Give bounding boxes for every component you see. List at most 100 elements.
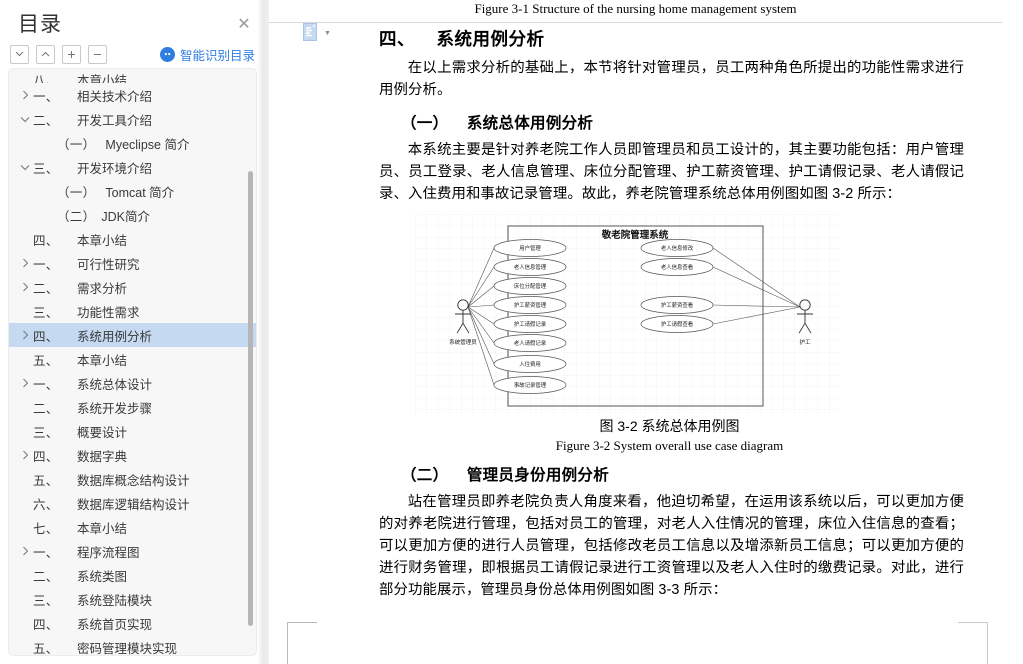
toc-item[interactable]: （一） Tomcat 简介 <box>9 179 256 203</box>
toc-item-number: （一） <box>57 137 96 152</box>
paragraph-admin-usecase: 站在管理员即养老院负责人角度来看，他迫切希望，在运用该系统以后，可以更加方便的对… <box>379 494 964 599</box>
toc-item[interactable]: 一、 可行性研究 <box>9 251 256 275</box>
toc-item[interactable]: 四、 系统首页实现 <box>9 611 256 635</box>
svg-text:系统管理员: 系统管理员 <box>449 338 477 346</box>
toc-item-label: 本章小结 <box>77 521 128 536</box>
chevron-right-icon[interactable] <box>17 90 33 100</box>
expand-all-button[interactable] <box>62 44 81 64</box>
collapse-up-button[interactable] <box>36 44 55 64</box>
toc-item-label: 系统登陆模块 <box>77 593 153 608</box>
use-case-label: 护工薪资管理 <box>514 301 547 309</box>
toc-item-number: 四、 <box>33 617 59 632</box>
use-case-diagram: 敬老院管理系统 用户管理老人信息管理床位分配管理护工薪资管理护工请假记录老人请假… <box>415 214 840 415</box>
toc-item[interactable]: 四、 本章小结 <box>9 227 256 251</box>
heading-subsection-one: （一） 系统总体用例分析 <box>401 114 594 132</box>
toc-item[interactable]: 四、 数据字典 <box>9 443 256 467</box>
chevron-right-icon[interactable] <box>17 258 33 268</box>
toc-item-label: 系统类图 <box>77 569 128 584</box>
toc-item-label: JDK简介 <box>101 209 151 224</box>
chevron-down-icon[interactable] <box>17 164 33 171</box>
toc-item-number: 四、 <box>33 329 59 344</box>
use-case-label: 老人信息查看 <box>661 263 694 271</box>
toc-item-number: （二） <box>57 209 96 224</box>
toc-item-number: 七、 <box>33 521 59 536</box>
toc-item[interactable]: （一） Myeclipse 简介 <box>9 131 256 155</box>
svg-text:敬老院管理系统: 敬老院管理系统 <box>601 229 669 241</box>
use-case-label: 老人信息修改 <box>661 244 694 252</box>
figure-caption-en: Figure 3-2 System overall use case diagr… <box>555 438 784 454</box>
toc-item-number: 二、 <box>33 113 59 128</box>
toc-item[interactable]: 二、 系统类图 <box>9 563 256 587</box>
chevron-right-icon[interactable] <box>17 378 33 388</box>
toc-item[interactable]: 三、 功能性需求 <box>9 299 256 323</box>
page-margin-corner-left <box>287 622 317 664</box>
pane-divider[interactable] <box>257 0 269 664</box>
toc-item[interactable]: 一、 系统总体设计 <box>9 371 256 395</box>
toc-scrollbar-thumb[interactable] <box>248 171 253 626</box>
toc-item-label: 开发工具介绍 <box>77 113 153 128</box>
chevron-right-icon[interactable] <box>17 450 33 460</box>
toc-item-number: 一、 <box>33 89 59 104</box>
chevron-right-icon[interactable] <box>17 282 33 292</box>
previous-figure-caption: Figure 3-1 Structure of the nursing home… <box>474 1 797 16</box>
toc-item-label: 本章小结 <box>77 233 128 248</box>
toc-tree-container: 八、 本章小结 一、 相关技术介绍 二、 开发工具介绍 （一） Myeclipse 简介 三、开… <box>8 68 257 656</box>
toc-item-label: 程序流程图 <box>77 545 140 560</box>
toc-item-number: 四、 <box>33 233 59 248</box>
svg-text:护工: 护工 <box>799 338 811 346</box>
toc-item[interactable]: 五、 数据库概念结构设计 <box>9 467 256 491</box>
toc-item-label: 数据库概念结构设计 <box>77 473 190 488</box>
toc-item[interactable]: 三、 开发环境介绍 <box>9 155 256 179</box>
toc-item-number: 六、 <box>33 497 59 512</box>
toc-item[interactable]: 六、 数据库逻辑结构设计 <box>9 491 256 515</box>
toc-item-number: 二、 <box>33 401 59 416</box>
toc-item-label: 数据字典 <box>77 449 128 464</box>
toc-item[interactable]: 三、 概要设计 <box>9 419 256 443</box>
toc-item[interactable]: 四、 系统用例分析 <box>9 323 256 347</box>
navigation-pane-title: 目录 <box>18 13 62 36</box>
toc-item[interactable]: 五、 密码管理模块实现 <box>9 635 256 656</box>
figure-3-2: 敬老院管理系统 用户管理 老人信息管理 床位分配管理 护工薪资管理 护工请假记录 老人请假… <box>415 214 964 454</box>
toc-item-number: 四、 <box>33 449 59 464</box>
chevron-right-icon[interactable] <box>17 546 33 556</box>
smart-recognize-toc-button[interactable]: 智能识别目录 <box>159 45 255 64</box>
smart-recognize-toc-label: 智能识别目录 <box>179 48 255 63</box>
toc-item-number: 三、 <box>33 593 59 608</box>
toc-item[interactable]: 五、 本章小结 <box>9 347 256 371</box>
toc-tree[interactable]: 八、 本章小结 一、 相关技术介绍 二、 开发工具介绍 （一） Myeclipse 简介 三、开… <box>9 69 256 655</box>
toc-item[interactable]: （二） JDK简介 <box>9 203 256 227</box>
chevron-right-icon[interactable] <box>17 330 33 340</box>
collapse-down-button[interactable] <box>10 44 29 64</box>
toc-item-number: 三、 <box>33 305 59 320</box>
smart-recognize-icon <box>159 46 175 62</box>
toc-item[interactable]: 二、 需求分析 <box>9 275 256 299</box>
toc-item-label: Myeclipse 简介 <box>105 137 190 152</box>
document-page: Figure 3-1 Structure of the nursing home… <box>269 0 1002 664</box>
toc-item-number: 八、 <box>33 74 59 83</box>
toc-item-number: 三、 <box>33 425 59 440</box>
document-area[interactable]: Figure 3-1 Structure of the nursing home… <box>269 0 1023 664</box>
toc-item-number: 一、 <box>33 377 59 392</box>
toc-item[interactable]: 一、 程序流程图 <box>9 539 256 563</box>
use-case-label: 老人请假记录 <box>514 339 547 347</box>
page-margin-corner-right <box>958 622 988 664</box>
toc-item[interactable]: 三、 系统登陆模块 <box>9 587 256 611</box>
toc-item[interactable]: 二、 系统开发步骤 <box>9 395 256 419</box>
use-case-label: 护工请假记录 <box>514 320 547 328</box>
use-case-label: 护工薪资查看 <box>661 301 694 309</box>
paste-options-button[interactable]: ▼ <box>303 23 331 43</box>
toc-item-number: 五、 <box>33 353 59 368</box>
close-icon[interactable]: ✕ <box>233 14 255 36</box>
use-case-label: 老人信息管理 <box>514 263 547 271</box>
toc-item-label: 相关技术介绍 <box>77 89 153 104</box>
toc-item[interactable]: 二、 开发工具介绍 <box>9 107 256 131</box>
toc-item[interactable]: 一、 相关技术介绍 <box>9 83 256 107</box>
toc-item-label: 开发环境介绍 <box>77 161 153 176</box>
chevron-up-icon <box>41 51 50 57</box>
toc-item[interactable]: 七、 本章小结 <box>9 515 256 539</box>
minus-icon <box>94 53 101 55</box>
toc-item-number: 五、 <box>33 473 59 488</box>
chevron-down-icon[interactable] <box>17 116 33 123</box>
toc-item[interactable]: 八、 本章小结 <box>9 70 256 83</box>
collapse-all-button[interactable] <box>88 44 107 64</box>
